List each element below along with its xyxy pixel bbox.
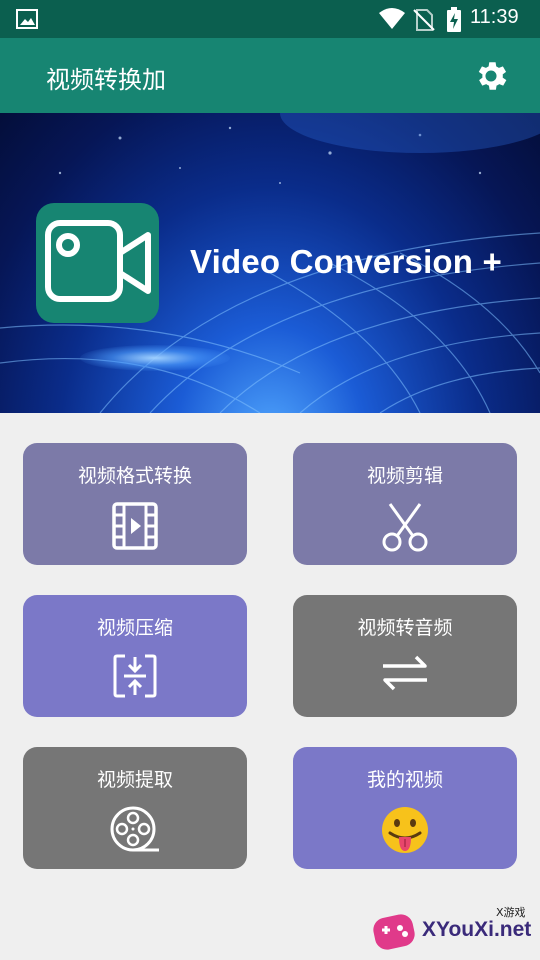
app-title: 视频转换加 (46, 66, 166, 94)
no-sim-icon (413, 9, 435, 31)
gamepad-logo-icon (373, 914, 415, 950)
clock: 11:39 (470, 6, 519, 28)
tile-label: 视频提取 (96, 769, 173, 791)
banner-title: Video Conversion + (190, 243, 502, 280)
app-logo (36, 203, 159, 323)
compress-icon (113, 654, 157, 698)
hero-banner: Video Conversion + (0, 113, 540, 413)
tile-label: 视频压缩 (96, 617, 173, 639)
scissors-icon (382, 503, 428, 552)
settings-gear-icon[interactable] (472, 57, 510, 95)
gallery-notification-icon (16, 9, 38, 29)
tile-video-compress[interactable]: 视频压缩 (23, 595, 247, 717)
tile-label: 我的视频 (366, 769, 443, 791)
tile-label: 视频剪辑 (366, 465, 443, 487)
film-play-icon (112, 502, 158, 550)
tongue-emoji-icon (382, 807, 428, 853)
tile-label: 视频格式转换 (77, 465, 192, 487)
video-camera-icon (45, 220, 151, 302)
swap-arrows-icon (383, 655, 427, 691)
tile-video-edit[interactable]: 视频剪辑 (293, 443, 517, 565)
tile-video-to-audio[interactable]: 视频转音频 (293, 595, 517, 717)
watermark: X游戏 XYouXi.net (366, 902, 540, 960)
banner-glow (80, 345, 230, 371)
tile-video-format-convert[interactable]: 视频格式转换 (23, 443, 247, 565)
status-bar: 11:39 (0, 0, 540, 38)
tile-label: 视频转音频 (357, 617, 453, 639)
wifi-icon (379, 8, 405, 29)
film-reel-icon (110, 806, 159, 852)
watermark-text: XYouXi.net (422, 918, 532, 941)
tile-my-videos[interactable]: 我的视频 (293, 747, 517, 869)
app-bar: 视频转换加 (0, 38, 540, 113)
tile-video-extract[interactable]: 视频提取 (23, 747, 247, 869)
battery-charging-icon (447, 7, 461, 32)
